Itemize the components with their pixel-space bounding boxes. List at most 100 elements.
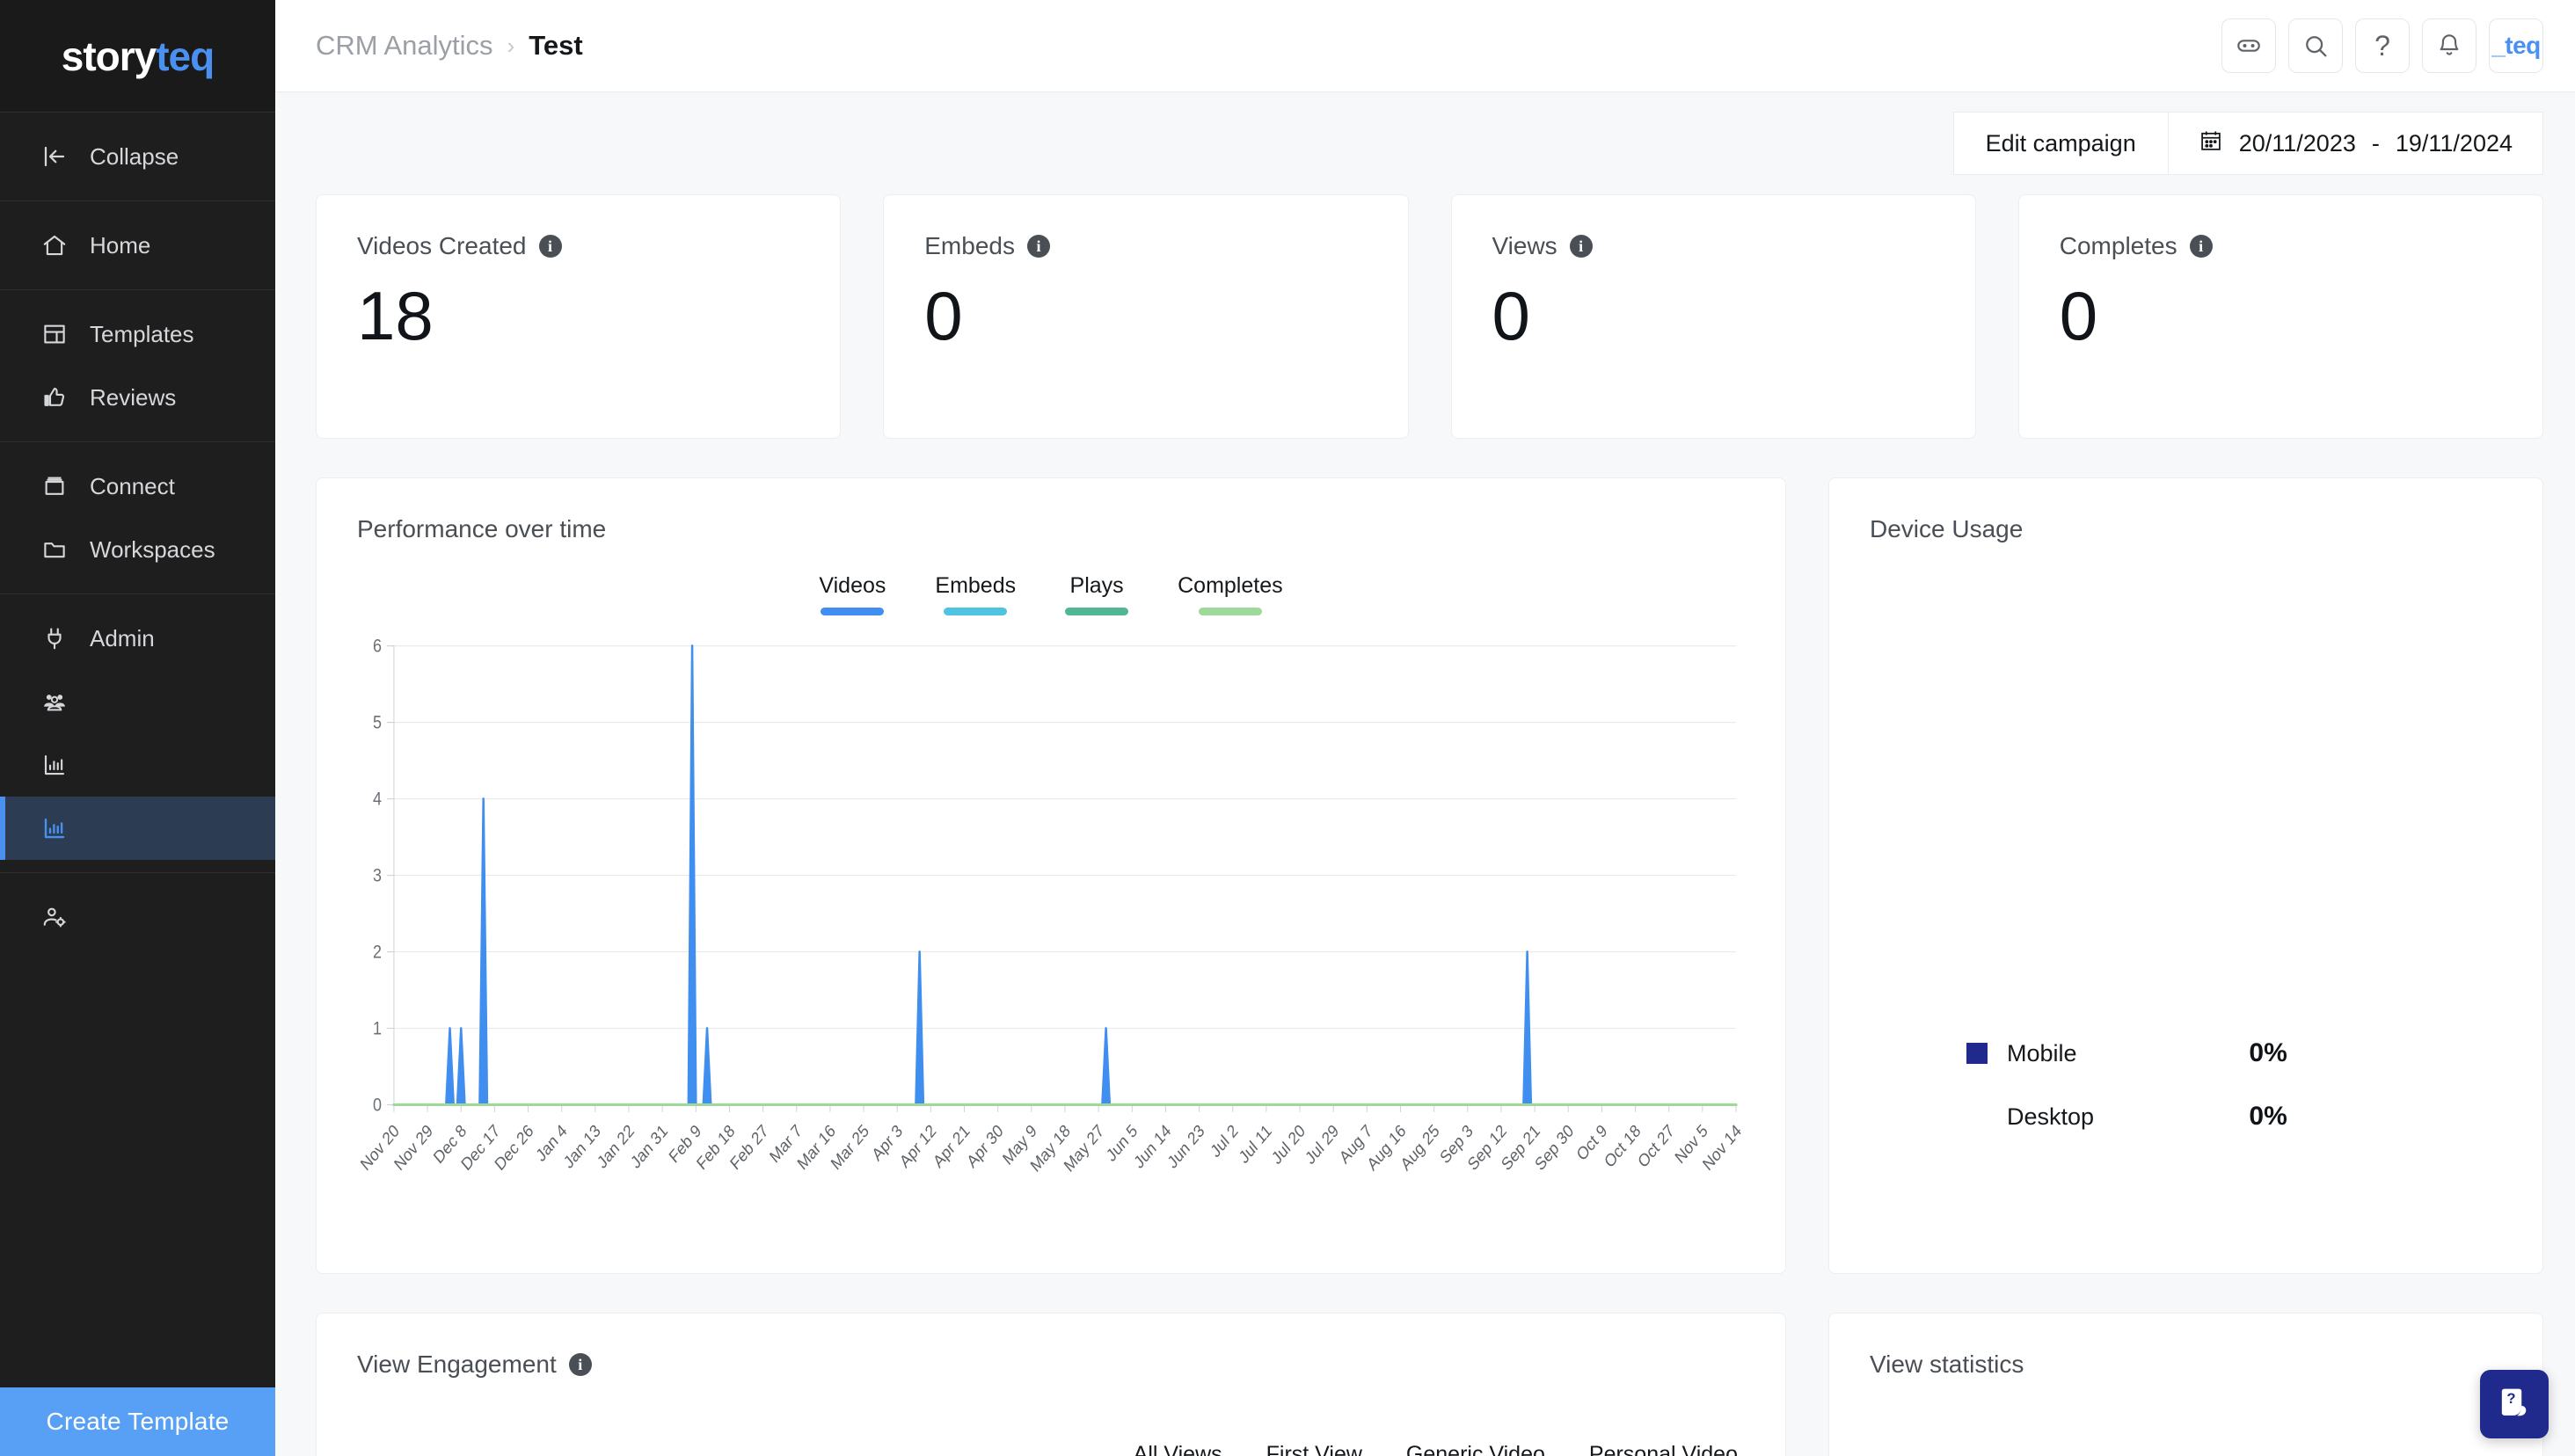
notifications-button[interactable] (2422, 18, 2477, 73)
svg-text:3: 3 (373, 865, 382, 886)
mobile-color-swatch (1966, 1043, 1988, 1064)
device-name: Desktop (2007, 1103, 2095, 1130)
main-area: CRM Analytics › Test ? _teq Edit campaig… (275, 0, 2575, 1456)
sidebar-item-label: Reviews (90, 383, 177, 411)
svg-text:6: 6 (373, 636, 382, 657)
view-statistics-panel: View statistics (1828, 1313, 2543, 1456)
info-icon[interactable]: i (538, 235, 562, 258)
home-icon (40, 231, 69, 259)
kpi-value: 0 (924, 277, 963, 354)
create-template-button[interactable]: Create Template (0, 1387, 275, 1456)
sidebar-item-crm-analytics[interactable] (0, 797, 275, 860)
svg-text:Jun 23: Jun 23 (1164, 1120, 1208, 1172)
performance-over-time-panel: Performance over time Videos Embeds Play… (316, 477, 1786, 1274)
performance-chart[interactable]: 0 1 2 3 4 5 6 Nov 20 Nov 29 Dec 8 Dec 17 Dec 26 Jan … (357, 631, 1745, 1236)
legend-item-all-views[interactable]: All Views (1134, 1442, 1222, 1456)
svg-text:1: 1 (373, 1018, 382, 1039)
legend-item-personal-video[interactable]: Personal Video (1589, 1442, 1738, 1456)
legend-label: Embeds (935, 573, 1017, 598)
link-icon (2235, 32, 2263, 60)
sidebar-item-reviews[interactable]: Reviews (0, 366, 275, 429)
info-icon[interactable]: i (1026, 235, 1050, 258)
svg-text:Jan 13: Jan 13 (560, 1120, 604, 1172)
legend-item-generic-video[interactable]: Generic Video (1406, 1442, 1545, 1456)
page-toolbar: Edit campaign 20/11/2023 - 19/11/2024 (275, 92, 2575, 175)
kpi-label-text: Completes (2059, 232, 2177, 259)
breadcrumb-root[interactable]: CRM Analytics (316, 30, 493, 62)
svg-text:Oct 18: Oct 18 (1601, 1120, 1644, 1171)
sidebar-item-label: Workspaces (90, 535, 215, 563)
avatar[interactable]: _teq (2489, 18, 2543, 73)
svg-text:Apr 21: Apr 21 (930, 1120, 973, 1171)
svg-text:Dec 26: Dec 26 (492, 1120, 537, 1174)
sidebar-item-collapse[interactable]: Collapse (0, 125, 275, 188)
help-chat-button[interactable]: ? (2480, 1370, 2549, 1438)
device-percentage: 0% (2249, 1102, 2287, 1131)
sidebar-item-home[interactable]: Home (0, 214, 275, 277)
device-usage-legend: Mobile 0% Desktop 0% (1870, 1022, 2502, 1236)
bar-chart-icon (40, 751, 69, 779)
svg-text:Jul 29: Jul 29 (1302, 1120, 1342, 1168)
app-logo[interactable]: storyteq (0, 0, 275, 113)
svg-text:Oct 27: Oct 27 (1634, 1120, 1677, 1171)
kpi-value: 18 (357, 277, 434, 354)
sidebar-group-5 (0, 873, 275, 961)
sidebar-item-connect[interactable]: Admin (0, 607, 275, 670)
panel-title-text: View Engagement (357, 1350, 557, 1378)
edit-campaign-button[interactable]: Edit campaign (1952, 112, 2169, 175)
kpi-label: Completes i (2060, 232, 2502, 260)
kpi-value: 0 (1492, 277, 1530, 354)
sidebar-item-admin[interactable] (0, 885, 275, 949)
assets-icon (40, 472, 69, 500)
help-button[interactable]: ? (2355, 18, 2410, 73)
sidebar-item-analytics[interactable] (0, 733, 275, 797)
link-icon-button[interactable] (2221, 18, 2276, 73)
sidebar-item-assets[interactable]: Connect (0, 455, 275, 518)
kpi-card-embeds: Embeds i 0 (883, 194, 1409, 439)
kpi-card-views: Views i 0 (1450, 194, 1976, 439)
info-icon[interactable]: i (1569, 235, 1593, 258)
topbar-actions: ? _teq (2221, 18, 2543, 73)
sidebar-group-1: Home (0, 201, 275, 290)
info-icon[interactable]: i (2189, 235, 2213, 258)
chart-legend: Videos Embeds Plays Completes (357, 573, 1745, 615)
svg-text:0: 0 (373, 1095, 382, 1116)
svg-text:Jan 31: Jan 31 (627, 1120, 671, 1172)
device-row-mobile: Mobile 0% (1870, 1022, 2502, 1085)
sidebar-item-label: Collapse (90, 142, 179, 170)
legend-item-first-view[interactable]: First View (1266, 1442, 1362, 1456)
info-icon[interactable]: i (568, 1353, 592, 1376)
sidebar-item-workspaces[interactable] (0, 670, 275, 733)
kpi-label-text: Embeds (924, 232, 1015, 259)
kpi-label: Videos Created i (357, 232, 799, 260)
legend-item-embeds[interactable]: Embeds (935, 573, 1016, 615)
legend-item-plays[interactable]: Plays (1065, 573, 1129, 615)
kpi-label: Views i (1492, 232, 1935, 260)
svg-text:Mar 25: Mar 25 (828, 1120, 872, 1173)
date-range-separator: - (2371, 129, 2380, 157)
kpi-label-text: Videos Created (357, 232, 527, 259)
date-range-end: 19/11/2024 (2395, 129, 2513, 157)
sidebar-group-collapse: Collapse (0, 113, 275, 201)
legend-item-videos[interactable]: Videos (819, 573, 886, 615)
date-range-picker[interactable]: 20/11/2023 - 19/11/2024 (2168, 112, 2543, 175)
legend-label: Completes (1178, 573, 1283, 598)
legend-label: All Views (1133, 1442, 1222, 1456)
date-range-start: 20/11/2023 (2238, 129, 2356, 157)
svg-text:Jan 22: Jan 22 (594, 1120, 638, 1172)
device-name: Mobile (2007, 1039, 2077, 1067)
panel-title: Performance over time (357, 515, 607, 542)
sidebar-item-templates[interactable]: Templates (0, 302, 275, 366)
calendar-icon (2199, 128, 2223, 159)
svg-text:5: 5 (373, 712, 382, 733)
legend-swatch (821, 608, 885, 615)
breadcrumb: CRM Analytics › Test (316, 30, 583, 62)
search-button[interactable] (2288, 18, 2343, 73)
kpi-value: 0 (2059, 277, 2098, 354)
svg-text:Sep 30: Sep 30 (1531, 1120, 1577, 1174)
logo-text-story: story (61, 33, 157, 79)
breadcrumb-current: Test (529, 30, 583, 61)
legend-label: First View (1266, 1442, 1362, 1456)
legend-item-completes[interactable]: Completes (1178, 573, 1283, 615)
sidebar-item-working-files[interactable]: Workspaces (0, 518, 275, 581)
